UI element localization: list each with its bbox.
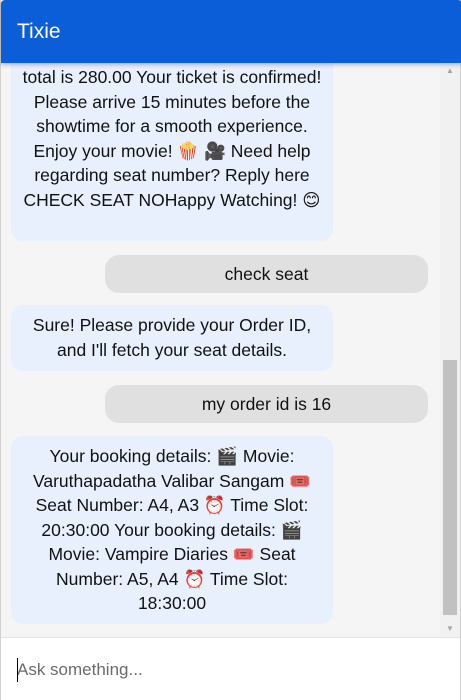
scroll-up-icon[interactable]: ▲: [440, 63, 460, 79]
chat-header: Tixie: [1, 0, 461, 63]
chat-window: Tixie total is 280.00 Your ticket is con…: [0, 0, 461, 700]
vertical-scrollbar[interactable]: ▲ ▼: [440, 63, 460, 637]
text-caret: [17, 658, 18, 682]
scroll-down-icon[interactable]: ▼: [440, 621, 460, 637]
user-message: check seat: [105, 255, 428, 293]
message-list[interactable]: total is 280.00 Your ticket is confirmed…: [1, 63, 440, 637]
app-title: Tixie: [17, 20, 61, 43]
user-message: my order id is 16: [105, 385, 428, 423]
composer: [1, 637, 460, 700]
message-input[interactable]: [17, 656, 437, 684]
bot-message: Your booking details: 🎬 Movie: Varuthapa…: [11, 436, 333, 624]
bot-message: Sure! Please provide your Order ID, and …: [11, 305, 333, 371]
bot-message: total is 280.00 Your ticket is confirmed…: [11, 63, 333, 241]
scrollbar-thumb[interactable]: [443, 360, 457, 615]
